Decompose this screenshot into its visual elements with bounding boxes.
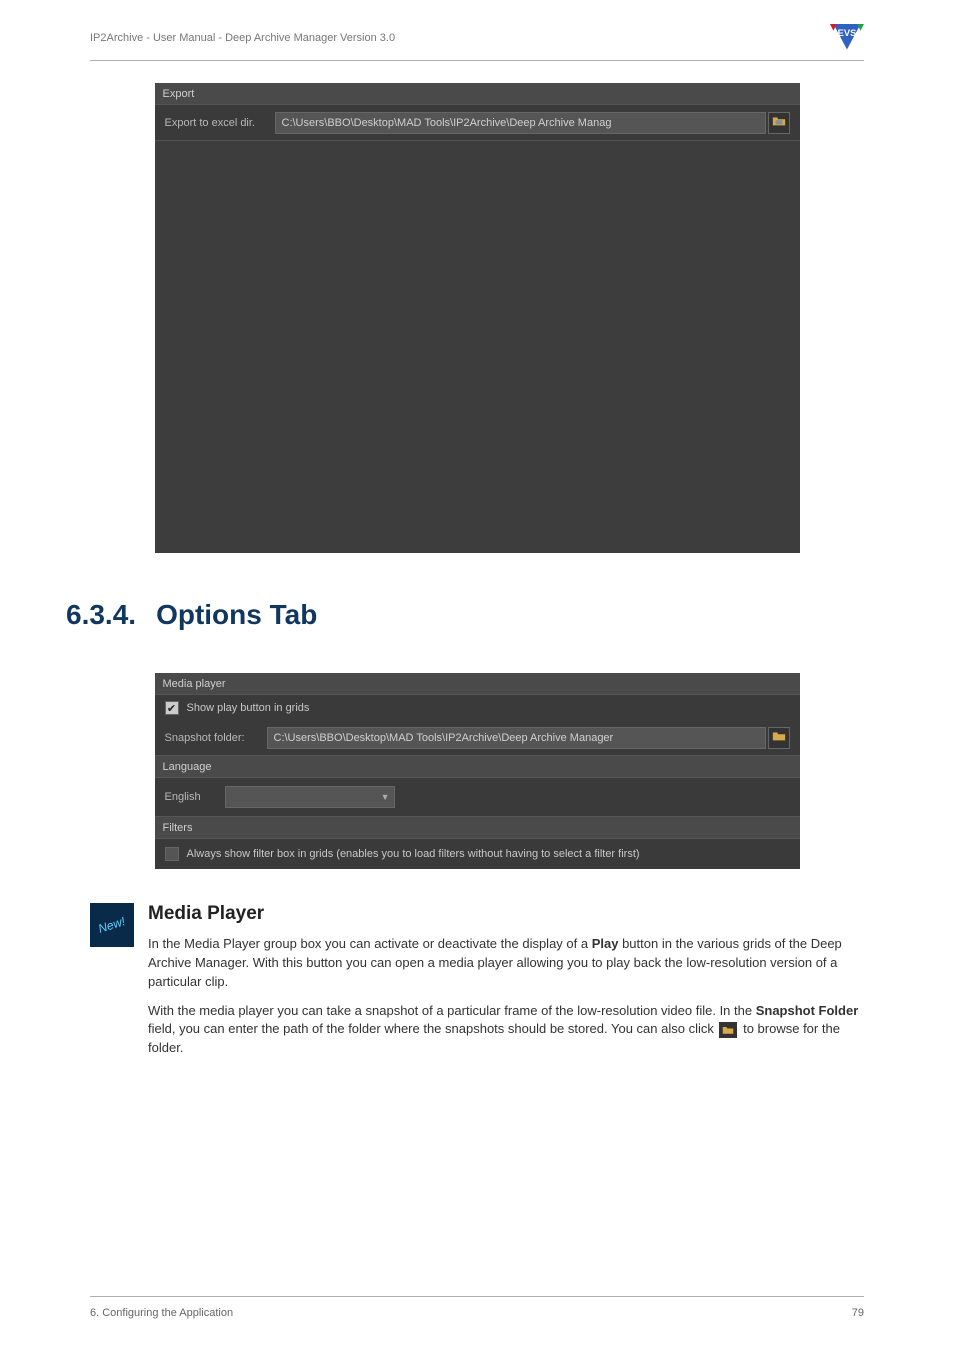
language-select[interactable]: ▼	[225, 786, 395, 808]
chevron-down-icon: ▼	[381, 792, 390, 802]
export-dir-label: Export to excel dir.	[165, 117, 275, 129]
page-header: IP2Archive - User Manual - Deep Archive …	[90, 0, 864, 61]
always-show-filter-checkbox[interactable]: ✔	[165, 847, 179, 861]
folder-icon	[772, 729, 786, 747]
breadcrumb: IP2Archive - User Manual - Deep Archive …	[90, 32, 395, 44]
media-player-heading: Media Player	[148, 903, 864, 925]
para1-text-a: In the Media Player group box you can ac…	[148, 936, 592, 951]
folder-icon	[719, 1022, 737, 1038]
evs-logo: EVS	[830, 24, 864, 52]
export-settings-screenshot: Export Export to excel dir. C:\Users\BBO…	[155, 83, 800, 553]
new-badge: New!	[90, 903, 134, 947]
footer-right: 79	[852, 1307, 864, 1319]
para2-bold: Snapshot Folder	[756, 1003, 859, 1018]
footer-left: 6. Configuring the Application	[90, 1307, 233, 1319]
section-number: 6.3.4.	[66, 599, 136, 631]
para2-text-c: field, you can enter the path of the fol…	[148, 1021, 717, 1036]
media-player-group-title: Media player	[155, 673, 800, 695]
export-browse-button[interactable]	[768, 112, 790, 134]
folder-icon	[772, 114, 786, 132]
show-play-checkbox[interactable]: ✔	[165, 701, 179, 715]
language-group-title: Language	[155, 756, 800, 778]
section-heading: 6.3.4. Options Tab	[66, 599, 864, 631]
para2-text-a: With the media player you can take a sna…	[148, 1003, 756, 1018]
snapshot-folder-input[interactable]: C:\Users\BBO\Desktop\MAD Tools\IP2Archiv…	[267, 727, 766, 749]
para1-bold: Play	[592, 936, 619, 951]
always-show-filter-label: Always show filter box in grids (enables…	[187, 848, 640, 860]
new-badge-text: New!	[97, 914, 127, 936]
language-label: English	[165, 791, 215, 803]
options-tab-screenshot: Media player ✔ Show play button in grids…	[155, 673, 800, 869]
media-player-paragraph-1: In the Media Player group box you can ac…	[148, 935, 864, 992]
export-group-title: Export	[155, 83, 800, 105]
snapshot-folder-label: Snapshot folder:	[165, 732, 267, 744]
export-dir-input[interactable]: C:\Users\BBO\Desktop\MAD Tools\IP2Archiv…	[275, 112, 766, 134]
page-footer: 6. Configuring the Application 79	[90, 1296, 864, 1319]
section-title: Options Tab	[156, 599, 317, 631]
snapshot-browse-button[interactable]	[768, 727, 790, 749]
filters-group-title: Filters	[155, 817, 800, 839]
svg-text:EVS: EVS	[838, 28, 857, 38]
media-player-paragraph-2: With the media player you can take a sna…	[148, 1002, 864, 1059]
show-play-label: Show play button in grids	[187, 702, 310, 714]
